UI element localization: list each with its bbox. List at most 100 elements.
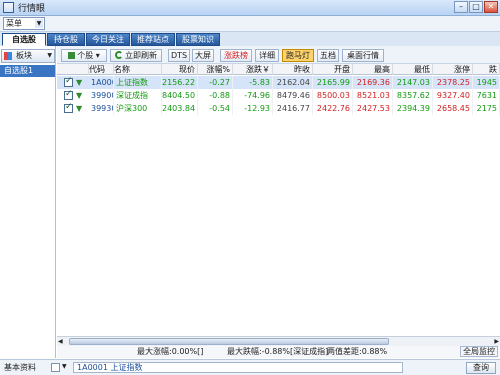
scroll-left-icon[interactable]: ◀	[58, 337, 63, 346]
cell-name: 上证指数	[114, 76, 162, 89]
cell-low: 2394.39	[393, 102, 433, 115]
global-monitor-button[interactable]: 全局监控	[460, 346, 498, 357]
refresh-button-label: 立即刷新	[125, 51, 157, 60]
max-fall-text: 最大跌幅:-0.88%[深证成指]	[227, 347, 329, 356]
cell-limit-up: 2658.45	[433, 102, 473, 115]
close-button[interactable]: ✕	[484, 1, 498, 13]
cell-code: 399300	[89, 102, 114, 115]
cell-change: -74.96	[233, 89, 273, 102]
header-code[interactable]: 代码	[89, 64, 114, 75]
tab-today-focus[interactable]: 今日关注	[86, 33, 130, 46]
desktop-quote-button[interactable]: 桌面行情	[342, 49, 384, 62]
quote-table: 代码 名称 现价 涨幅% 涨跌￥ 昨收 开盘 最高 最低 涨停 跌 ▼ 1A00…	[57, 64, 500, 336]
main-menu-dropdown[interactable]: 菜单 ▼	[3, 17, 45, 30]
stock-button[interactable]: 个股 ▾	[61, 49, 107, 62]
cell-code: 1A0001	[89, 76, 114, 89]
row-checkbox[interactable]	[64, 102, 73, 113]
basic-info-label: 基本资料	[4, 363, 36, 372]
bottom-bar: 基本资料 ▼ 1A0001 上证指数 查询	[0, 359, 500, 375]
tab-stock-knowledge[interactable]: 股票知识	[176, 33, 220, 46]
tab-holdings[interactable]: 持仓股	[47, 33, 85, 46]
cell-open: 2422.76	[313, 102, 353, 115]
chevron-down-icon: ▼	[35, 19, 43, 28]
cell-limit-down: 1945	[473, 76, 500, 89]
main-menu-label: 菜单	[6, 19, 22, 28]
cell-limit-up: 9327.40	[433, 89, 473, 102]
row-checkbox[interactable]	[64, 89, 73, 100]
cell-name: 沪深300	[114, 102, 162, 115]
app-icon	[3, 2, 14, 13]
spread-text: 两值差距:0.88%	[327, 347, 388, 356]
header-change-pct[interactable]: 涨幅%	[198, 64, 233, 75]
maximize-button[interactable]: □	[469, 1, 483, 13]
chevron-down-icon[interactable]: ▼	[62, 362, 70, 372]
cell-low: 2147.03	[393, 76, 433, 89]
info-icon[interactable]	[51, 363, 60, 372]
board-label: 板块	[16, 51, 32, 60]
header-name[interactable]: 名称	[114, 64, 162, 75]
scroll-right-icon[interactable]: ▶	[494, 337, 499, 346]
table-row[interactable]: ▼ 1A0001 上证指数 2156.22 -0.27 -5.83 2162.0…	[57, 76, 500, 89]
cell-price: 2156.22	[162, 76, 198, 89]
board-dropdown[interactable]: 板块 ▼	[1, 49, 55, 63]
toolbar: 个股 ▾ 立即刷新 DTS 大屏 涨跌榜 详细 跑马灯 五档 桌面行情	[57, 46, 500, 64]
cell-high: 2427.53	[353, 102, 393, 115]
tab-watchlist[interactable]: 自选股	[2, 33, 46, 46]
cell-change: -5.83	[233, 76, 273, 89]
rank-button[interactable]: 涨跌榜	[220, 49, 252, 62]
ticker-button[interactable]: 跑马灯	[282, 49, 314, 62]
title-bar: 行情眼 – □ ✕	[0, 0, 500, 16]
header-high[interactable]: 最高	[353, 64, 393, 75]
refresh-icon	[115, 51, 123, 59]
cell-open: 2165.99	[313, 76, 353, 89]
cell-prev-close: 2416.77	[273, 102, 313, 115]
tab-recommended-sites[interactable]: 推荐站点	[131, 33, 175, 46]
refresh-button[interactable]: 立即刷新	[110, 49, 162, 62]
header-limit-up[interactable]: 涨停	[433, 64, 473, 75]
table-row[interactable]: ▼ 399001 深证成指 8404.50 -0.88 -74.96 8479.…	[57, 89, 500, 102]
cell-high: 2169.36	[353, 76, 393, 89]
cell-limit-up: 2378.25	[433, 76, 473, 89]
cell-price: 8404.50	[162, 89, 198, 102]
stock-icon	[68, 52, 76, 59]
header-price[interactable]: 现价	[162, 64, 198, 75]
header-low[interactable]: 最低	[393, 64, 433, 75]
sidebar-item-watchlist-1[interactable]: 自选股1	[0, 65, 55, 77]
cell-change-pct: -0.54	[198, 102, 233, 115]
cell-limit-down: 2175	[473, 102, 500, 115]
board-icon	[4, 52, 12, 60]
sidebar: 板块 ▼ 自选股1	[0, 46, 56, 358]
horizontal-scrollbar[interactable]: ◀ ▶	[57, 336, 500, 346]
big-screen-button[interactable]: 大屏	[192, 49, 214, 62]
scrollbar-thumb[interactable]	[69, 338, 389, 345]
cell-prev-close: 2162.04	[273, 76, 313, 89]
down-arrow-icon: ▼	[76, 104, 83, 113]
minimize-button[interactable]: –	[454, 1, 468, 13]
table-row[interactable]: ▼ 399300 沪深300 2403.84 -0.54 -12.93 2416…	[57, 102, 500, 115]
cell-change: -12.93	[233, 102, 273, 115]
detail-button[interactable]: 详细	[255, 49, 279, 62]
down-arrow-icon: ▼	[76, 91, 83, 100]
status-bar: 最大涨幅:0.00%[] 最大跌幅:-0.88%[深证成指] 两值差距:0.88…	[57, 346, 500, 358]
stock-code-input[interactable]: 1A0001 上证指数	[73, 362, 403, 373]
query-button[interactable]: 查询	[466, 362, 496, 374]
cell-open: 8500.03	[313, 89, 353, 102]
cell-limit-down: 7631	[473, 89, 500, 102]
tab-bar: 自选股 持仓股 今日关注 推荐站点 股票知识	[0, 32, 500, 46]
max-rise-text: 最大涨幅:0.00%[]	[137, 347, 204, 356]
row-checkbox[interactable]	[64, 76, 73, 87]
table-header: 代码 名称 现价 涨幅% 涨跌￥ 昨收 开盘 最高 最低 涨停 跌	[57, 64, 500, 75]
header-open[interactable]: 开盘	[313, 64, 353, 75]
header-blank	[57, 64, 89, 75]
five-level-button[interactable]: 五档	[317, 49, 339, 62]
header-prev-close[interactable]: 昨收	[273, 64, 313, 75]
cell-change-pct: -0.27	[198, 76, 233, 89]
cell-high: 8521.03	[353, 89, 393, 102]
window-title: 行情眼	[18, 4, 46, 14]
cell-prev-close: 8479.46	[273, 89, 313, 102]
header-change[interactable]: 涨跌￥	[233, 64, 273, 75]
cell-change-pct: -0.88	[198, 89, 233, 102]
cell-low: 8357.62	[393, 89, 433, 102]
dts-button[interactable]: DTS	[168, 49, 190, 62]
header-limit-down[interactable]: 跌	[473, 64, 500, 75]
